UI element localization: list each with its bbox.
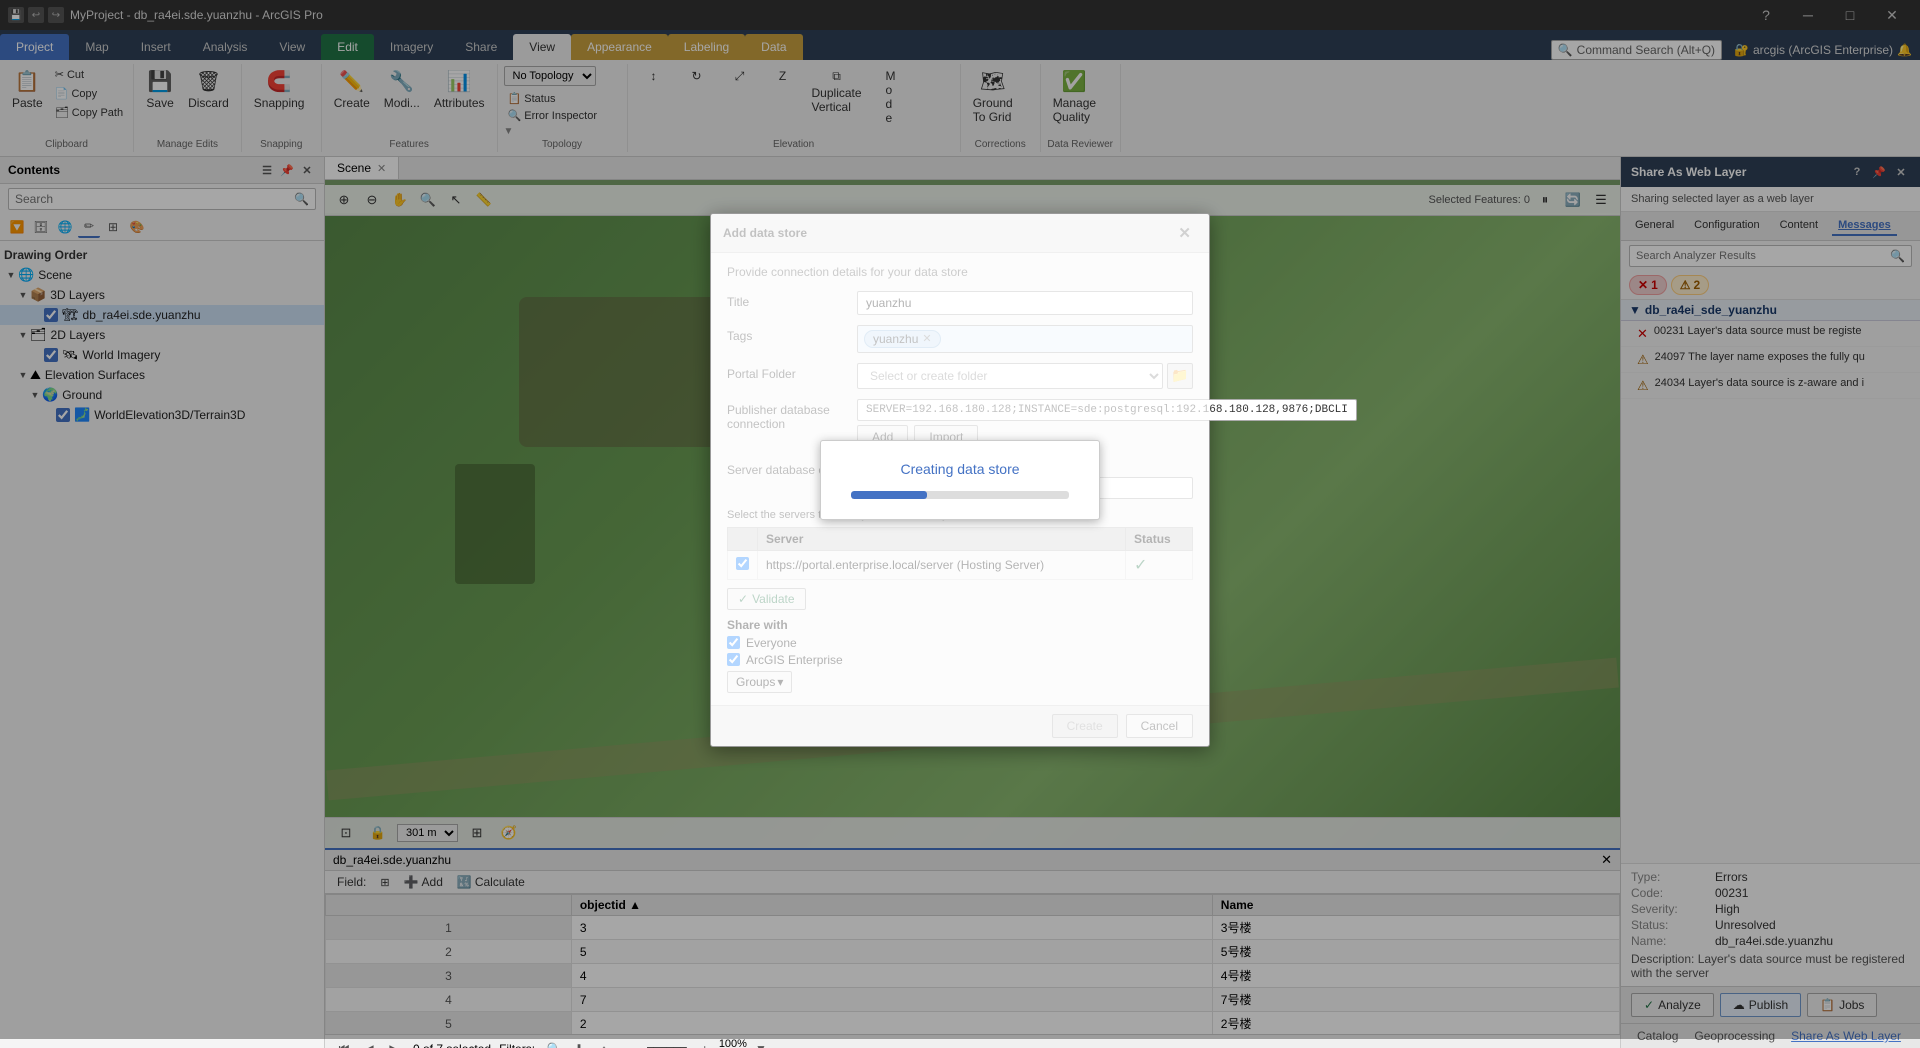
nav-buttons: ⏮ ◀ ▶ [333,1038,405,1048]
zoom-minus-btn[interactable]: − [618,1038,640,1048]
first-page-btn[interactable]: ⏮ [333,1038,355,1048]
add-data-store-modal: Add data store ✕ Provide connection deta… [710,213,1210,747]
filter-btn2[interactable]: ⬇ [568,1038,590,1048]
progress-title: Creating data store [851,461,1069,477]
zoom-pct: 100% [719,1038,747,1048]
filter-btn1[interactable]: 🔍 [543,1038,565,1048]
filter-btn3[interactable]: ↑ [593,1038,615,1048]
zoom-plus-btn[interactable]: + [694,1038,716,1048]
progress-dialog: Creating data store [820,440,1100,520]
progress-bar-fill [851,491,927,499]
zoom-dropdown[interactable]: ▼ [750,1038,772,1048]
next-page-btn[interactable]: ▶ [383,1038,405,1048]
filter-tools: 🔍 ⬇ ↑ − ━━━━━━ + 100% ▼ [543,1038,772,1048]
progress-bar-bg [851,491,1069,499]
zoom-level: ━━━━━━ [643,1038,691,1048]
filter-label: Filters: [499,1042,535,1048]
prev-page-btn[interactable]: ◀ [358,1038,380,1048]
progress-overlay: Creating data store [711,214,1209,746]
modal-overlay: Add data store ✕ Provide connection deta… [0,0,1920,1039]
page-info: 0 of 7 selected [413,1042,491,1048]
